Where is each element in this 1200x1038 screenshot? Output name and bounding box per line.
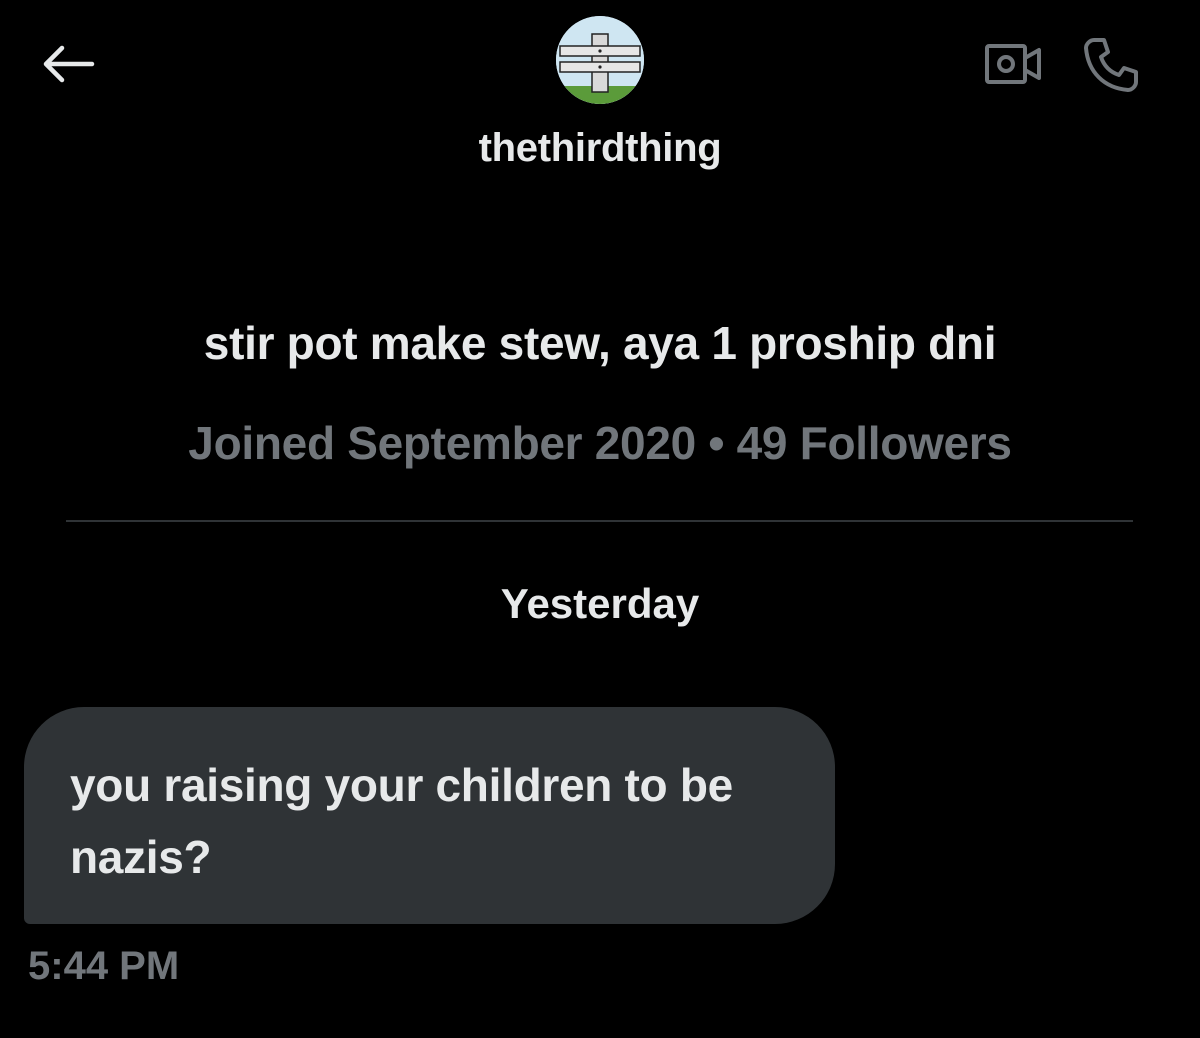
arrow-left-icon [43, 45, 95, 83]
video-camera-icon [985, 44, 1041, 84]
profile-bio: stir pot make stew, aya 1 proship dni [203, 317, 997, 369]
profile-username[interactable]: thethirdthing [0, 126, 1200, 171]
message-timestamp: 5:44 PM [28, 944, 180, 988]
date-separator: Yesterday [500, 580, 700, 627]
divider [66, 520, 1133, 522]
message-text: you raising your children to be nazis? [70, 759, 733, 883]
message-bubble[interactable]: you raising your children to be nazis? [24, 707, 835, 924]
back-button[interactable] [38, 38, 98, 90]
video-call-button[interactable] [982, 36, 1044, 92]
header-actions [982, 36, 1142, 92]
phone-call-button[interactable] [1080, 36, 1142, 92]
phone-icon [1084, 38, 1138, 92]
profile-avatar-image [556, 16, 644, 104]
avatar[interactable] [556, 16, 644, 104]
profile-meta: Joined September 2020 • 49 Followers [188, 417, 1012, 469]
